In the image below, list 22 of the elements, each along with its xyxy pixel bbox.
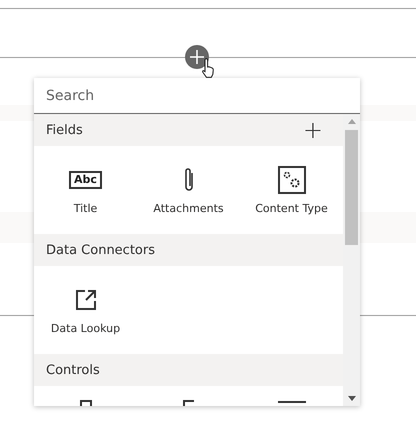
text-box-icon: Abc <box>69 170 102 188</box>
scrollbar[interactable] <box>343 114 360 406</box>
hand-cursor-icon <box>201 58 215 80</box>
search-field[interactable]: Search <box>34 78 360 114</box>
section-title: Controls <box>46 362 100 378</box>
plus-icon <box>190 50 204 64</box>
section-title: Fields <box>46 122 83 138</box>
insert-item[interactable]: Abc Title <box>34 162 137 218</box>
insert-item[interactable]: Data Lookup <box>34 282 137 338</box>
scroll-up-icon[interactable] <box>348 119 356 124</box>
gear-box-icon <box>278 166 306 194</box>
insert-item[interactable]: Content Type <box>240 162 343 218</box>
scroll-down-icon[interactable] <box>348 396 356 401</box>
control-icon <box>278 400 306 406</box>
control-icon <box>182 400 194 406</box>
external-link-icon <box>74 288 96 310</box>
insert-item[interactable]: Attachments <box>137 162 240 218</box>
add-field-button[interactable]: + <box>294 118 331 142</box>
section-title: Data Connectors <box>46 242 155 258</box>
control-icon <box>80 400 92 406</box>
scroll-thumb[interactable] <box>345 130 358 245</box>
add-button[interactable] <box>185 45 209 69</box>
